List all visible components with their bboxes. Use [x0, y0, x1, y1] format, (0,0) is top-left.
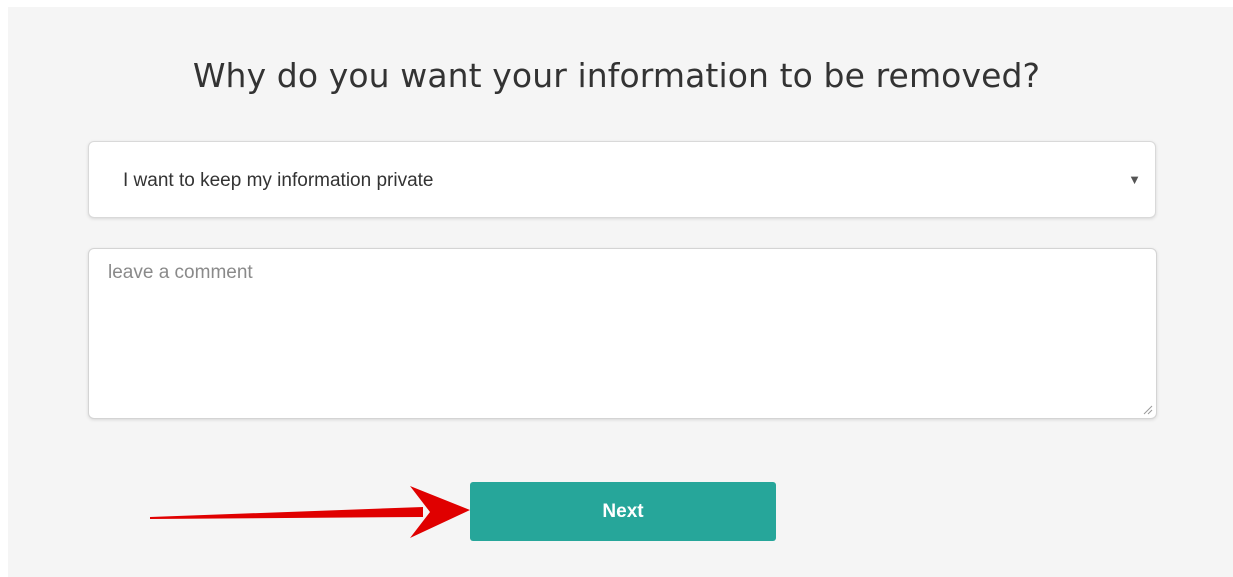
- reason-select-value: I want to keep my information private: [123, 170, 434, 191]
- page-stage: Why do you want your information to be r…: [0, 0, 1233, 577]
- red-arrow-annotation: [150, 486, 470, 538]
- page-title: Why do you want your information to be r…: [192, 56, 1041, 95]
- resize-handle-icon[interactable]: [1142, 404, 1153, 415]
- next-button[interactable]: Next: [470, 482, 776, 541]
- comment-placeholder: leave a comment: [108, 262, 253, 283]
- arrow-shaft: [150, 507, 423, 519]
- reason-select[interactable]: I want to keep my information private ▼: [88, 141, 1156, 218]
- caret-down-icon: ▼: [1128, 172, 1141, 187]
- comment-textarea[interactable]: leave a comment: [88, 248, 1157, 419]
